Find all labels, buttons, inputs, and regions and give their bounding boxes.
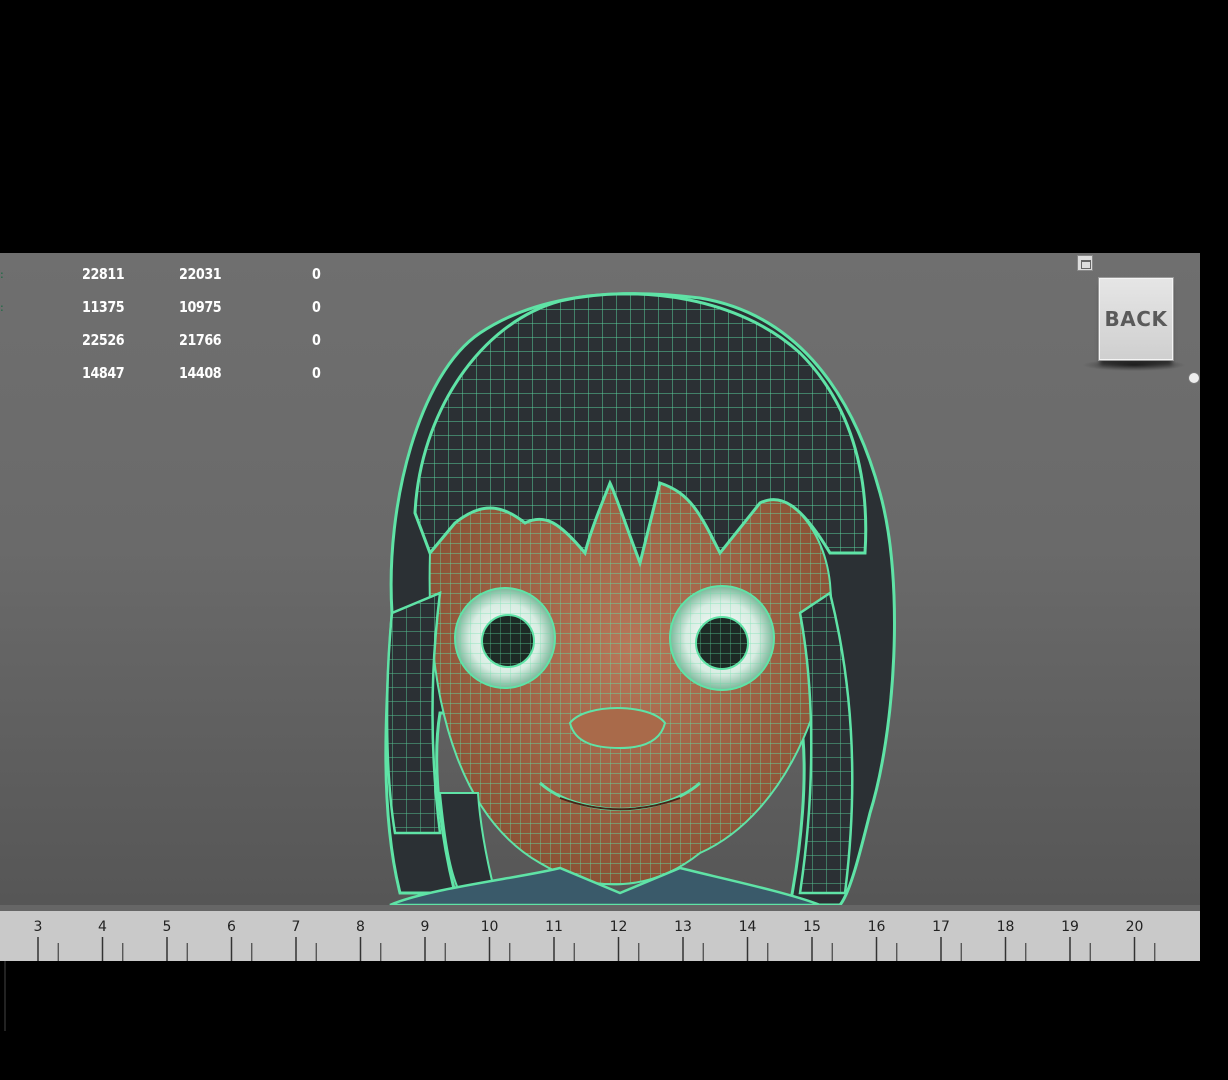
hud-row: : 22811 22031 0 [0,265,340,289]
hud-value: 0 [312,298,321,316]
right-eye [669,585,775,691]
hud-row: 22526 21766 0 [0,331,340,355]
3d-viewport[interactable]: : 22811 22031 0 : 11375 10975 0 22526 21… [0,253,1200,905]
hud-value: 0 [312,364,321,382]
hud-value: 14408 [179,364,222,382]
timeline-ticks [37,937,1156,961]
timeline-tick-label: 19 [1061,919,1079,935]
timeline-tick-label: 7 [291,919,301,935]
hud-row-marker: : [0,302,4,314]
timeline-tick-label: 13 [674,919,692,935]
hud-row: 14847 14408 0 [0,364,340,388]
back-button[interactable]: BACK [1098,277,1174,361]
timeline-tick-label: 8 [356,919,365,935]
hud-value: 22031 [179,265,222,283]
hud-value: 22811 [82,265,125,283]
left-eye [454,587,556,689]
nose [568,707,667,750]
side-handle-icon[interactable] [1188,372,1200,384]
timeline-tick-label: 3 [33,919,43,935]
timeline-tick-label: 14 [738,919,757,935]
left-border [4,961,6,1031]
timeline-tick-label: 12 [609,919,628,935]
timeline-tick-label: 6 [227,919,236,935]
hud-row-marker: : [0,269,4,281]
timeline-tick-label: 16 [867,919,886,935]
timeline-tick-label: 18 [996,919,1015,935]
timeline-tick-label: 11 [545,919,563,935]
timeline-tick-label: 15 [803,919,821,935]
hud-value: 21766 [179,331,222,349]
timeline-tick-label: 17 [932,919,950,935]
timeline-tick-label: 20 [1125,919,1144,935]
hud-value: 0 [312,331,321,349]
panel-toggle-icon[interactable] [1077,255,1093,271]
time-slider[interactable]: 3 4 5 6 7 8 9 10 11 12 13 14 15 16 17 18 19 20 [0,905,1200,961]
hud-value: 10975 [179,298,222,316]
hud-value: 0 [312,265,321,283]
hud-value: 14847 [82,364,125,382]
timeline-tick-label: 9 [420,919,430,935]
timeline-tick-label: 5 [162,919,172,935]
timeline-tick-label: 4 [98,919,107,935]
hud-row: : 11375 10975 0 [0,298,340,322]
hud-value: 22526 [82,331,125,349]
hud-value: 11375 [82,298,125,316]
timeline-tick-label: 10 [480,919,499,935]
